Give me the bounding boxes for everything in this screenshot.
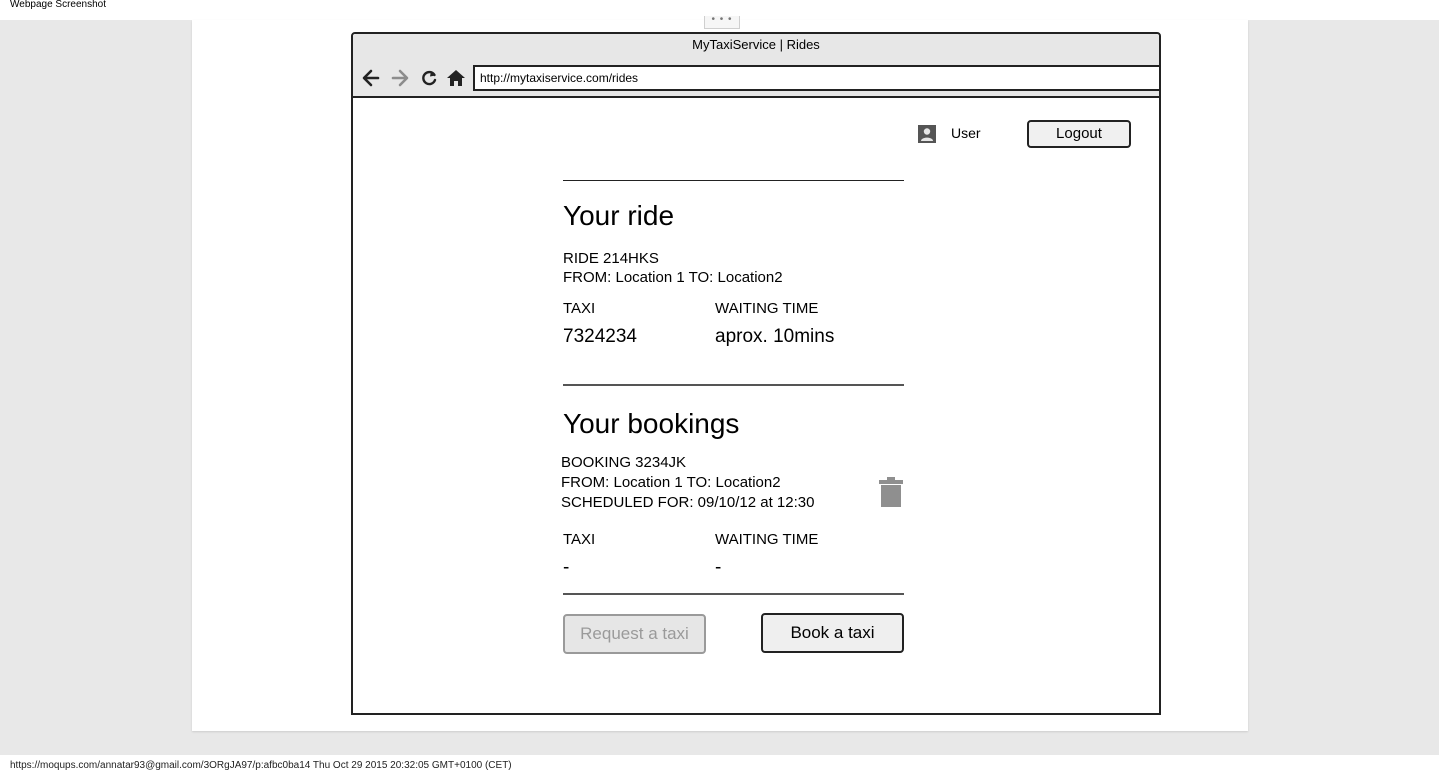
divider: [563, 384, 904, 386]
booking-taxi-label: TAXI: [563, 531, 596, 548]
book-taxi-button[interactable]: Book a taxi: [761, 613, 904, 653]
reload-icon[interactable]: [419, 68, 439, 88]
ride-id: RIDE 214HKS: [563, 250, 659, 267]
booking-taxi-value: -: [563, 557, 570, 578]
booking-scheduled: SCHEDULED FOR: 09/10/12 at 12:30: [561, 494, 815, 511]
user-name: User: [951, 125, 981, 141]
forward-arrow-icon[interactable]: [390, 68, 410, 88]
ride-waiting-value: aprox. 10mins: [715, 326, 835, 347]
bookings-heading: Your bookings: [563, 408, 740, 439]
booking-waiting-label: WAITING TIME: [715, 531, 819, 548]
screenshot-footer: https://moqups.com/annatar93@gmail.com/3…: [0, 755, 1439, 773]
browser-window: MyTaxiService | Rides http://mytaxiservi…: [351, 32, 1161, 715]
browser-title: MyTaxiService | Rides: [692, 37, 820, 52]
user-icon: [918, 125, 936, 143]
ride-route: FROM: Location 1 TO: Location2: [563, 269, 783, 286]
booking-id: BOOKING 3234JK: [561, 454, 687, 471]
screenshot-footer-text: https://moqups.com/annatar93@gmail.com/3…: [10, 760, 512, 771]
request-taxi-button[interactable]: Request a taxi: [563, 614, 706, 654]
booking-route: FROM: Location 1 TO: Location2: [561, 474, 781, 491]
browser-titlebar: MyTaxiService | Rides http://mytaxiservi…: [353, 34, 1161, 98]
screenshot-header-text: Webpage Screenshot: [10, 0, 106, 10]
ride-heading: Your ride: [563, 200, 675, 231]
home-icon[interactable]: [446, 68, 466, 88]
booking-waiting-value: -: [715, 557, 722, 578]
delete-booking-trash-icon[interactable]: [879, 477, 903, 507]
back-arrow-icon[interactable]: [361, 68, 381, 88]
divider: [563, 180, 904, 181]
canvas-resize-handle[interactable]: • • •: [704, 15, 740, 29]
ride-taxi-value: 7324234: [563, 326, 637, 347]
ride-waiting-label: WAITING TIME: [715, 300, 819, 317]
divider: [563, 593, 904, 595]
address-bar[interactable]: http://mytaxiservice.com/rides: [473, 65, 1161, 91]
ride-taxi-label: TAXI: [563, 300, 596, 317]
logout-button[interactable]: Logout: [1027, 120, 1131, 148]
